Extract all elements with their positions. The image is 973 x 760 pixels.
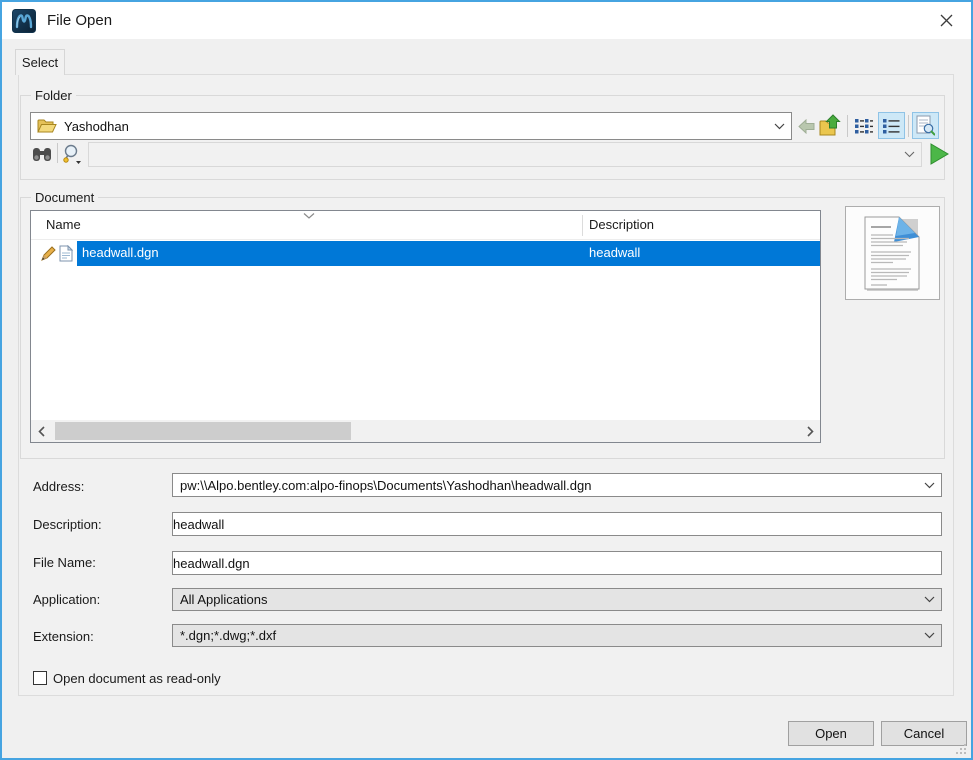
folder-group-label: Folder	[31, 88, 76, 103]
extension-dropdown[interactable]: *.dgn;*.dwg;*.dxf	[172, 624, 942, 647]
column-header-name[interactable]: Name	[46, 217, 81, 232]
row-name: headwall.dgn	[82, 245, 159, 260]
scroll-left-button[interactable]	[31, 420, 51, 442]
document-list[interactable]: Name Description headwall.dgn headwall	[30, 210, 821, 443]
document-group-label: Document	[31, 190, 98, 205]
title-bar: File Open	[2, 2, 971, 39]
extension-chevron-icon[interactable]	[918, 632, 941, 639]
tab-select[interactable]: Select	[15, 49, 65, 75]
search-menu-button[interactable]	[61, 142, 85, 166]
document-preview-icon	[863, 215, 923, 295]
window-title: File Open	[47, 12, 112, 29]
dgn-file-icon	[59, 245, 73, 262]
application-label: Application:	[33, 592, 100, 607]
binoculars-icon	[32, 146, 52, 163]
read-only-label: Open document as read-only	[53, 671, 221, 686]
find-button[interactable]	[31, 144, 53, 164]
close-icon	[940, 14, 953, 27]
search-magnifier-icon	[62, 143, 84, 165]
green-play-icon	[928, 142, 950, 166]
folder-combobox[interactable]: Yashodhan	[30, 112, 792, 140]
application-chevron-icon[interactable]	[918, 596, 941, 603]
tab-select-label: Select	[22, 55, 58, 70]
file-name-label: File Name:	[33, 555, 96, 570]
back-arrow-icon	[798, 119, 815, 134]
list-header[interactable]: Name Description	[31, 211, 820, 240]
scrollbar-thumb[interactable]	[55, 422, 351, 440]
toolbar-separator	[847, 115, 848, 137]
checked-out-pencil-icon	[40, 245, 57, 262]
list-view-icon	[883, 118, 900, 134]
open-button-label: Open	[815, 726, 847, 741]
file-name-value: headwall.dgn	[173, 556, 250, 571]
search-combobox[interactable]	[88, 142, 922, 167]
application-value: All Applications	[180, 592, 267, 607]
open-button[interactable]: Open	[788, 721, 874, 746]
address-value: pw:\\Alpo.bentley.com:alpo-finops\Docume…	[180, 478, 591, 493]
search-combobox-chevron-icon[interactable]	[898, 151, 921, 158]
description-value: headwall	[173, 517, 224, 532]
small-icons-view-icon	[855, 118, 873, 134]
address-combobox[interactable]: pw:\\Alpo.bentley.com:alpo-finops\Docume…	[172, 473, 942, 497]
description-input[interactable]: headwall	[172, 512, 942, 536]
run-search-button[interactable]	[927, 141, 951, 167]
scroll-right-button[interactable]	[800, 420, 820, 442]
toolbar-separator	[57, 143, 58, 163]
resize-grip[interactable]	[954, 742, 967, 755]
show-preview-button[interactable]	[912, 112, 939, 139]
address-label: Address:	[33, 479, 84, 494]
row-selection-highlight	[77, 241, 820, 266]
document-row[interactable]: headwall.dgn headwall	[31, 241, 820, 266]
application-dropdown[interactable]: All Applications	[172, 588, 942, 611]
sort-chevron-icon	[302, 212, 316, 220]
microstation-app-icon	[12, 9, 36, 33]
back-button[interactable]	[796, 116, 816, 136]
small-icons-view-button[interactable]	[852, 114, 876, 138]
cancel-button-label: Cancel	[904, 726, 944, 741]
extension-label: Extension:	[33, 629, 94, 644]
document-preview-panel	[845, 206, 940, 300]
close-button[interactable]	[924, 2, 969, 38]
extension-value: *.dgn;*.dwg;*.dxf	[180, 628, 276, 643]
open-folder-icon	[37, 118, 57, 134]
up-one-level-button[interactable]	[818, 112, 842, 138]
description-label: Description:	[33, 517, 102, 532]
folder-combobox-chevron-icon[interactable]	[768, 123, 791, 130]
read-only-checkbox[interactable]	[33, 671, 47, 685]
file-open-dialog: File Open Select Folder Yashodhan	[0, 0, 973, 760]
list-view-button[interactable]	[878, 112, 905, 139]
horizontal-scrollbar[interactable]	[31, 420, 820, 442]
toolbar-separator	[908, 115, 909, 137]
file-name-input[interactable]: headwall.dgn	[172, 551, 942, 575]
row-description: headwall	[589, 245, 640, 260]
folder-up-icon	[819, 113, 841, 137]
preview-pane-icon	[916, 115, 935, 136]
column-divider[interactable]	[582, 215, 583, 236]
column-header-description[interactable]: Description	[589, 217, 654, 232]
address-chevron-icon[interactable]	[918, 482, 941, 489]
folder-combobox-value: Yashodhan	[64, 119, 129, 134]
